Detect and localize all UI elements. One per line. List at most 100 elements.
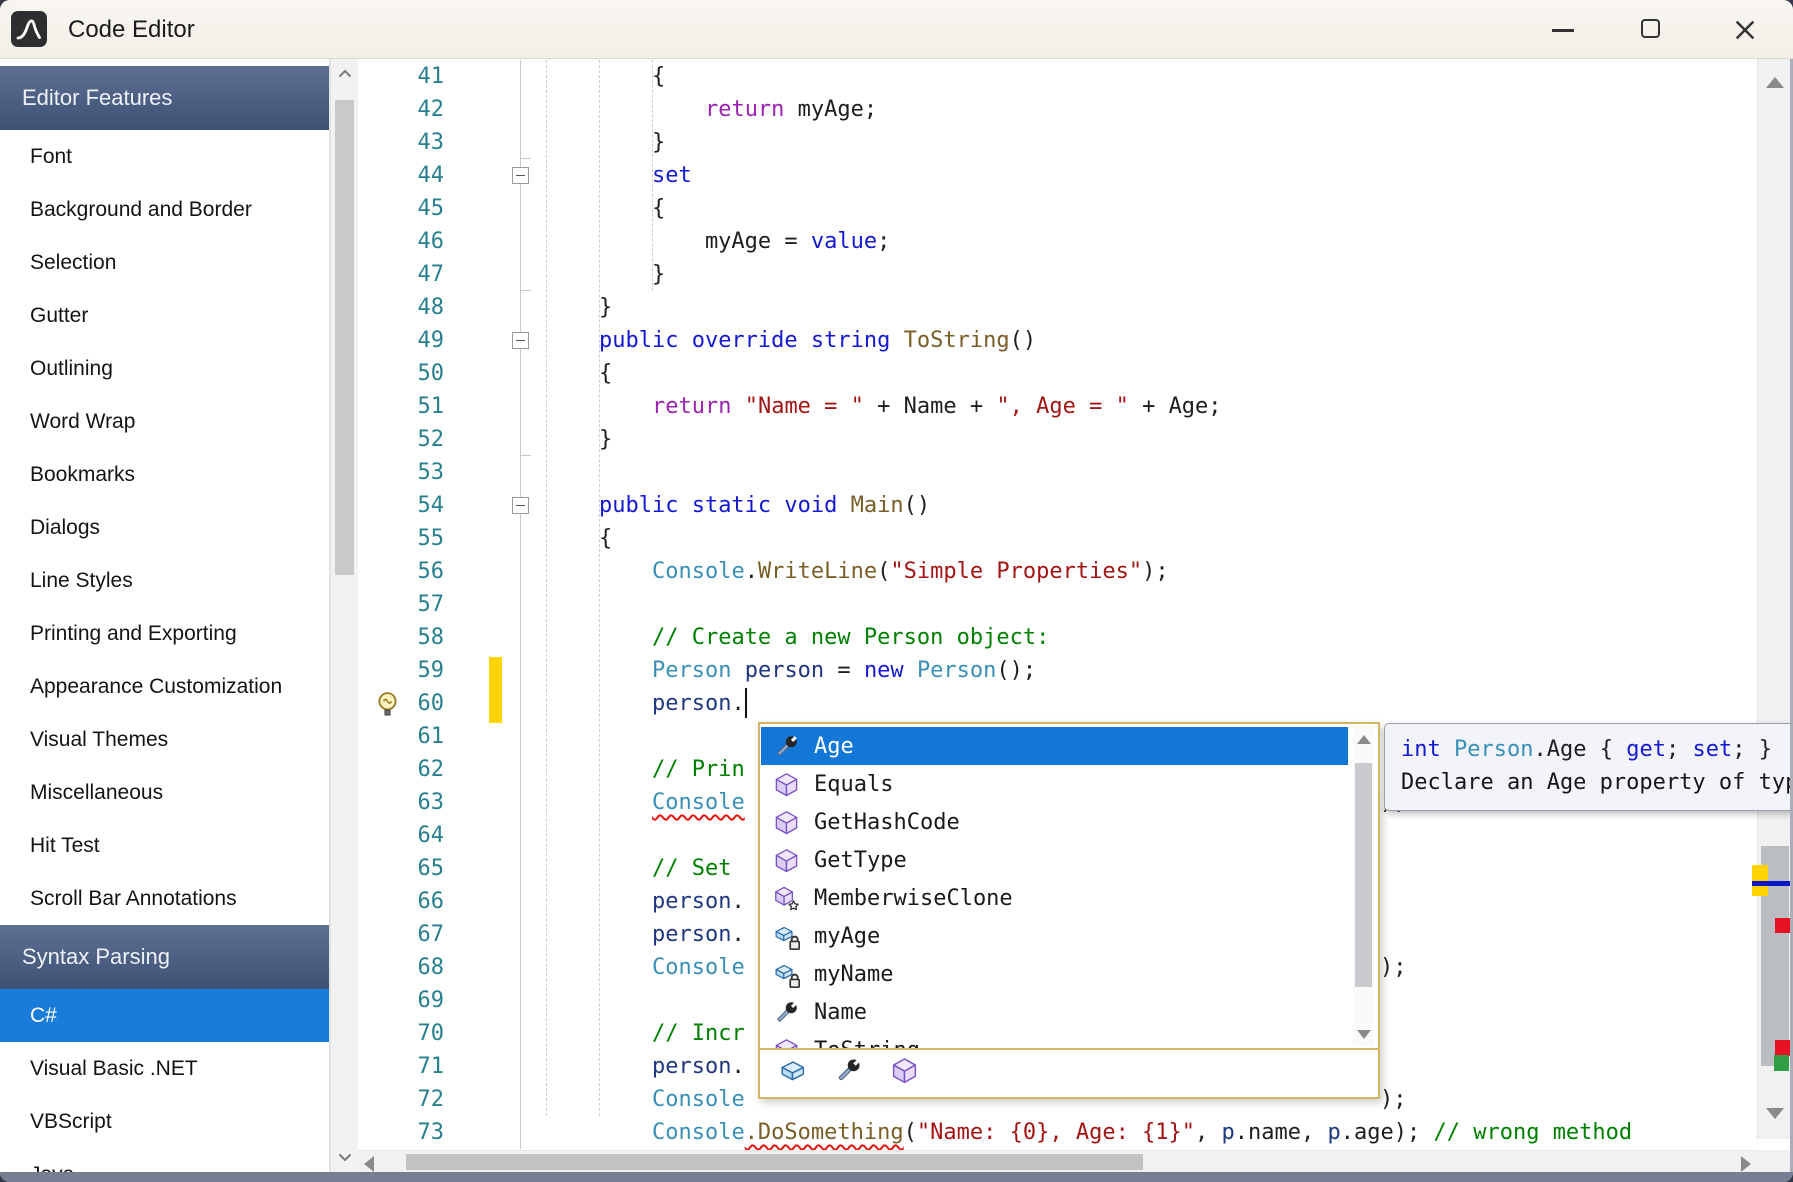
code-line-42[interactable]: 42 return myAge; [358, 93, 1790, 126]
sidebar-item-appearance-customization[interactable]: Appearance Customization [0, 660, 329, 713]
sidebar-item-c[interactable]: C# [0, 989, 329, 1042]
completion-item-equals[interactable]: Equals [761, 765, 1348, 803]
completion-item-gettype[interactable]: GetType [761, 841, 1348, 879]
code-line-43[interactable]: 43 } [358, 126, 1790, 159]
line-number: 51 [358, 390, 444, 423]
fold-collapse-box[interactable] [512, 332, 529, 349]
scroll-up-icon[interactable] [336, 65, 354, 83]
code-text: Person person = new Person(); [546, 654, 1036, 687]
completion-scrollbar[interactable] [1353, 726, 1374, 1046]
scroll-up-icon[interactable] [1357, 735, 1371, 744]
filter-button-field[interactable] [778, 1056, 807, 1091]
scroll-up-icon[interactable] [1766, 77, 1784, 88]
completion-item-label: myName [814, 962, 893, 987]
code-line-56[interactable]: 56 Console.WriteLine("Simple Properties"… [358, 555, 1790, 588]
sidebar-item-line-styles[interactable]: Line Styles [0, 554, 329, 607]
close-button[interactable] [1722, 6, 1768, 52]
sidebar-item-background-and-border[interactable]: Background and Border [0, 183, 329, 236]
sidebar-scrollbar-thumb[interactable] [335, 100, 354, 575]
scroll-down-icon[interactable] [336, 1148, 354, 1166]
completion-item-tostring[interactable]: ToString [761, 1031, 1348, 1048]
sidebar-item-vbscript[interactable]: VBScript [0, 1095, 329, 1148]
code-line-57[interactable]: 57 [358, 588, 1790, 621]
field-lock-icon [773, 961, 800, 988]
code-line-52[interactable]: 52 } [358, 423, 1790, 456]
code-line-45[interactable]: 45 { [358, 192, 1790, 225]
code-line-46[interactable]: 46 myAge = value; [358, 225, 1790, 258]
editor-vertical-scrollbar[interactable] [1757, 59, 1790, 1139]
completion-item-label: GetType [814, 848, 907, 873]
code-line-53[interactable]: 53 [358, 456, 1790, 489]
completion-scrollbar-thumb[interactable] [1355, 763, 1372, 987]
line-number: 46 [358, 225, 444, 258]
completion-popup: ToString Name myName myAgeMemberwiseClone Ge… [758, 722, 1380, 1099]
code-editor-surface[interactable]: 41 {42 return myAge;43 }44 set45 {46 myA… [358, 59, 1790, 1172]
editor-horizontal-scrollbar[interactable] [358, 1150, 1757, 1172]
code-text: Console [546, 786, 745, 819]
sidebar-item-font[interactable]: Font [0, 130, 329, 183]
window-title: Code Editor [68, 0, 195, 59]
minimize-icon [1552, 29, 1574, 32]
scroll-down-icon[interactable] [1357, 1030, 1371, 1039]
code-line-58[interactable]: 58 // Create a new Person object: [358, 621, 1790, 654]
lightbulb-icon[interactable] [374, 690, 401, 717]
sidebar-item-scroll-bar-annotations[interactable]: Scroll Bar Annotations [0, 872, 329, 925]
sidebar-item-dialogs[interactable]: Dialogs [0, 501, 329, 554]
sidebar-item-selection[interactable]: Selection [0, 236, 329, 289]
completion-item-myname[interactable]: myName [761, 955, 1348, 993]
line-number: 62 [358, 753, 444, 786]
line-number: 65 [358, 852, 444, 885]
completion-item-memberwiseclone[interactable]: MemberwiseClone [761, 879, 1348, 917]
completion-item-gethashcode[interactable]: GetHashCode [761, 803, 1348, 841]
method-icon [773, 847, 800, 874]
sidebar-item-printing-and-exporting[interactable]: Printing and Exporting [0, 607, 329, 660]
sidebar-item-gutter[interactable]: Gutter [0, 289, 329, 342]
screen: Code Editor Editor FeaturesFontBackgroun… [0, 0, 1793, 1182]
scroll-left-icon[interactable] [364, 1156, 374, 1172]
field-icon [778, 1056, 807, 1085]
filter-button-method[interactable] [890, 1056, 919, 1091]
completion-item-age[interactable]: Age [761, 727, 1348, 765]
sidebar-item-java[interactable]: Java [0, 1148, 329, 1172]
code-line-54[interactable]: 54 public static void Main() [358, 489, 1790, 522]
minimize-button[interactable] [1540, 6, 1586, 52]
code-line-44[interactable]: 44 set [358, 159, 1790, 192]
code-line-48[interactable]: 48 } [358, 291, 1790, 324]
sidebar-item-outlining[interactable]: Outlining [0, 342, 329, 395]
sidebar-item-miscellaneous[interactable]: Miscellaneous [0, 766, 329, 819]
sidebar: Editor FeaturesFontBackground and Border… [0, 59, 330, 1172]
code-line-47[interactable]: 47 } [358, 258, 1790, 291]
editor-horizontal-scrollbar-thumb[interactable] [406, 1154, 1143, 1170]
fold-collapse-box[interactable] [512, 497, 529, 514]
code-line-59[interactable]: 59 Person person = new Person(); [358, 654, 1790, 687]
code-line-73[interactable]: 73 Console.DoSomething("Name: {0}, Age: … [358, 1116, 1790, 1149]
line-number: 44 [358, 159, 444, 192]
completion-item-myage[interactable]: myAge [761, 917, 1348, 955]
completion-item-name[interactable]: Name [761, 993, 1348, 1031]
code-line-49[interactable]: 49 public override string ToString() [358, 324, 1790, 357]
sidebar-item-visual-themes[interactable]: Visual Themes [0, 713, 329, 766]
sidebar-item-bookmarks[interactable]: Bookmarks [0, 448, 329, 501]
close-icon [1735, 20, 1755, 40]
code-text: // Prin [546, 753, 745, 786]
maximize-button[interactable] [1628, 6, 1674, 52]
sidebar-scrollbar[interactable] [330, 59, 358, 1172]
code-line-41[interactable]: 41 { [358, 60, 1790, 93]
scroll-down-icon[interactable] [1766, 1108, 1784, 1119]
fold-collapse-box[interactable] [512, 167, 529, 184]
filter-button-property[interactable] [834, 1056, 863, 1091]
code-line-51[interactable]: 51 return "Name = " + Name + ", Age = " … [358, 390, 1790, 423]
code-line-55[interactable]: 55 { [358, 522, 1790, 555]
sidebar-item-hit-test[interactable]: Hit Test [0, 819, 329, 872]
code-line-50[interactable]: 50 { [358, 357, 1790, 390]
code-text: set [546, 159, 692, 192]
field-lock-icon [773, 923, 800, 950]
line-number: 71 [358, 1050, 444, 1083]
code-line-60[interactable]: 60 person. [358, 687, 1790, 720]
sidebar-item-word-wrap[interactable]: Word Wrap [0, 395, 329, 448]
scroll-right-icon[interactable] [1741, 1156, 1751, 1172]
completion-item-label: Name [814, 1000, 867, 1025]
sidebar-item-visual-basic-net[interactable]: Visual Basic .NET [0, 1042, 329, 1095]
fold-end-tick [520, 290, 531, 291]
error-mark [1775, 918, 1790, 933]
